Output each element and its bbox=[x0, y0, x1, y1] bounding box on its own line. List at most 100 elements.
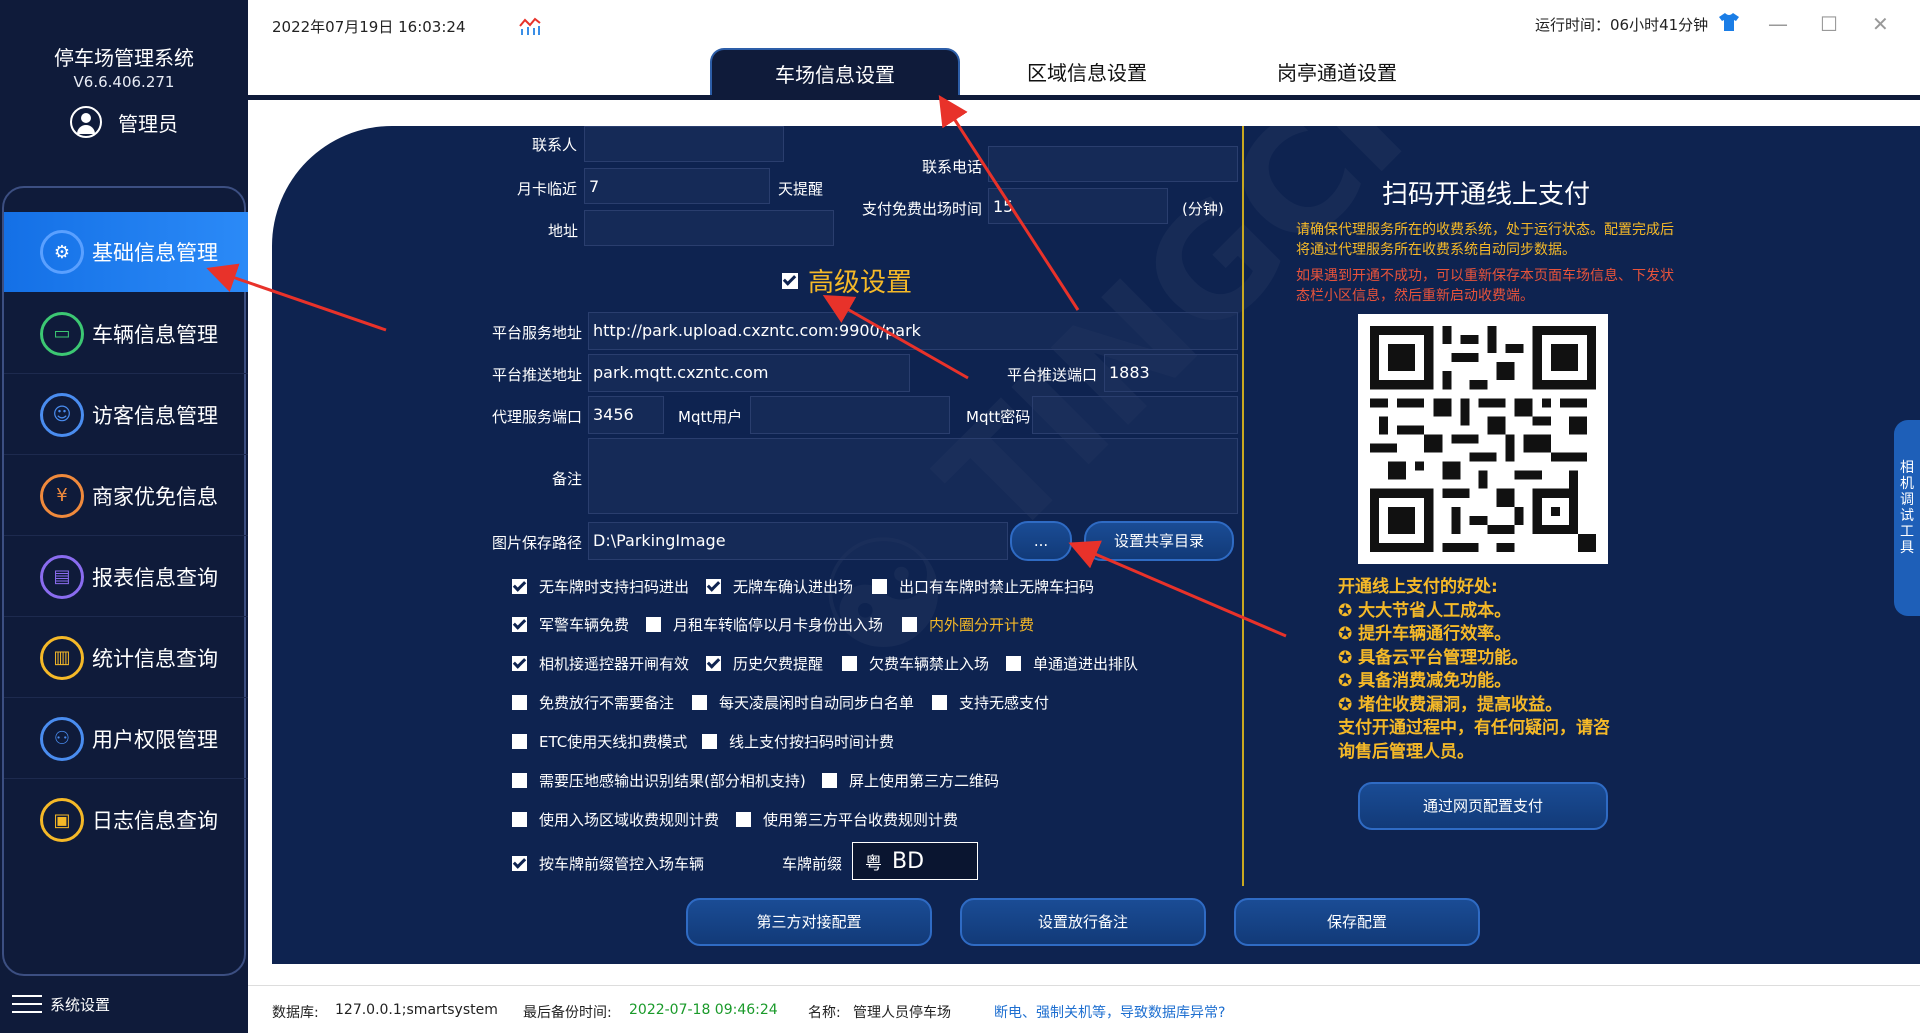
phone-input[interactable] bbox=[988, 146, 1238, 182]
cb-military-free[interactable]: 军警车辆免费 bbox=[512, 614, 629, 635]
tab-booth-channel[interactable]: 岗亭通道设置 bbox=[1212, 48, 1462, 98]
checkbox[interactable] bbox=[512, 695, 527, 710]
cb-remote-open[interactable]: 相机接遥控器开闸有效 bbox=[512, 653, 689, 674]
cb-monthly-temp[interactable]: 月租车转临停以月卡身份出入场 bbox=[646, 614, 883, 635]
cb-ground-sensor[interactable]: 需要压地感输出识别结果(部分相机支持) bbox=[512, 770, 806, 791]
cb-exit-ban-scan[interactable]: 出口有车牌时禁止无牌车扫码 bbox=[872, 576, 1094, 597]
tab-area-info[interactable]: 区域信息设置 bbox=[962, 48, 1212, 98]
nav-item-visitor-info[interactable]: ☺ 访客信息管理 bbox=[4, 375, 248, 455]
push-port-input[interactable]: 1883 bbox=[1104, 354, 1238, 392]
camera-debug-tool-tab[interactable]: 相机调试工具 bbox=[1894, 420, 1920, 616]
nav-item-statistics-query[interactable]: ▥ 统计信息查询 bbox=[4, 618, 248, 698]
chart-icon[interactable] bbox=[518, 16, 542, 36]
checkbox[interactable] bbox=[706, 579, 721, 594]
save-config-button[interactable]: 保存配置 bbox=[1234, 898, 1480, 946]
current-datetime: 2022年07月19日 16:03:24 bbox=[272, 18, 466, 36]
checkbox[interactable] bbox=[512, 617, 527, 632]
remark-input[interactable] bbox=[588, 438, 1238, 514]
nav-label: 基础信息管理 bbox=[92, 241, 218, 265]
push-addr-input[interactable]: park.mqtt.cxzntc.com bbox=[588, 354, 910, 392]
release-remark-button[interactable]: 设置放行备注 bbox=[960, 898, 1206, 946]
platform-url-input[interactable]: http://park.upload.cxzntc.com:9900/park bbox=[588, 312, 1238, 350]
nav-item-user-permission[interactable]: ⚇ 用户权限管理 bbox=[4, 699, 248, 779]
checkbox[interactable] bbox=[692, 695, 707, 710]
section-divider bbox=[1242, 126, 1244, 886]
contact-label: 联系人 bbox=[532, 136, 578, 154]
qr-code bbox=[1358, 314, 1608, 564]
cb-scan-no-plate[interactable]: 无车牌时支持扫码进出 bbox=[512, 576, 689, 597]
cb-plate-prefix-control[interactable]: 按车牌前缀管控入场车辆 bbox=[512, 853, 704, 874]
free-exit-unit: (分钟) bbox=[1182, 200, 1224, 218]
minimize-button[interactable]: — bbox=[1768, 12, 1788, 36]
cb-arrears-remind[interactable]: 历史欠费提醒 bbox=[706, 653, 823, 674]
nav-item-log-query[interactable]: ▣ 日志信息查询 bbox=[4, 780, 248, 860]
shirt-icon[interactable] bbox=[1718, 12, 1740, 32]
tabs-underline bbox=[248, 95, 1920, 100]
nav-item-report-query[interactable]: ▤ 报表信息查询 bbox=[4, 537, 248, 617]
close-button[interactable]: ✕ bbox=[1872, 12, 1889, 36]
checkbox[interactable] bbox=[512, 856, 527, 871]
share-dir-button[interactable]: 设置共享目录 bbox=[1084, 521, 1234, 561]
cb-free-no-remark[interactable]: 免费放行不需要备注 bbox=[512, 692, 674, 713]
payment-title: 扫码开通线上支付 bbox=[1382, 180, 1591, 210]
checkbox[interactable] bbox=[512, 656, 527, 671]
advanced-checkbox[interactable] bbox=[782, 272, 798, 289]
free-exit-input[interactable]: 15 bbox=[988, 188, 1168, 224]
maximize-button[interactable]: ☐ bbox=[1820, 12, 1838, 36]
checkbox[interactable] bbox=[1006, 656, 1021, 671]
checkbox[interactable] bbox=[512, 812, 527, 827]
cb-seamless-pay[interactable]: 支持无感支付 bbox=[932, 692, 1049, 713]
checkbox[interactable] bbox=[512, 773, 527, 788]
advanced-settings-toggle[interactable]: 高级设置 bbox=[782, 262, 912, 299]
system-settings-button[interactable]: 系统设置 bbox=[12, 992, 110, 1016]
web-config-pay-button[interactable]: 通过网页配置支付 bbox=[1358, 782, 1608, 830]
user-name: 管理员 bbox=[118, 111, 178, 136]
mqtt-user-input[interactable] bbox=[750, 396, 950, 434]
mqtt-pass-input[interactable] bbox=[1032, 396, 1238, 434]
checkbox[interactable] bbox=[842, 656, 857, 671]
checkbox[interactable] bbox=[706, 656, 721, 671]
users-icon: ⚇ bbox=[40, 716, 84, 761]
checkbox[interactable] bbox=[512, 734, 527, 749]
checkbox[interactable] bbox=[932, 695, 947, 710]
contact-input[interactable] bbox=[584, 126, 784, 162]
benefits-footer: 支付开通过程中，有任何疑问，请咨 bbox=[1338, 718, 1610, 738]
runtime-display: 运行时间：06小时41分钟 bbox=[1535, 16, 1709, 34]
checkbox-label: 军警车辆免费 bbox=[539, 616, 630, 634]
stats-icon: ▥ bbox=[40, 635, 84, 680]
cb-third-party-qr[interactable]: 屏上使用第三方二维码 bbox=[822, 770, 999, 791]
checkbox-label: 支持无感支付 bbox=[959, 694, 1050, 712]
user-icon bbox=[70, 106, 102, 138]
image-path-input[interactable]: D:\ParkingImage bbox=[588, 522, 1008, 560]
proxy-port-input[interactable]: 3456 bbox=[588, 396, 664, 434]
checkbox[interactable] bbox=[902, 617, 917, 632]
checkbox[interactable] bbox=[702, 734, 717, 749]
car-icon: ▭ bbox=[40, 311, 84, 356]
nav-item-merchant-coupon[interactable]: ¥ 商家优免信息 bbox=[4, 456, 248, 536]
cb-online-scan-time[interactable]: 线上支付按扫码时间计费 bbox=[702, 731, 894, 752]
checkbox[interactable] bbox=[872, 579, 887, 594]
tab-parking-lot-info[interactable]: 车场信息设置 bbox=[710, 48, 960, 98]
cb-arrears-ban[interactable]: 欠费车辆禁止入场 bbox=[842, 653, 989, 674]
user-info[interactable]: 管理员 bbox=[70, 106, 178, 138]
db-warning-link[interactable]: 断电、强制关机等，导致数据库异常? bbox=[994, 1002, 1225, 1022]
cb-single-channel[interactable]: 单通道进出排队 bbox=[1006, 653, 1138, 674]
cb-confirm-no-plate[interactable]: 无牌车确认进出场 bbox=[706, 576, 853, 597]
report-icon: ▤ bbox=[40, 554, 84, 599]
third-party-config-button[interactable]: 第三方对接配置 bbox=[686, 898, 932, 946]
cb-etc-antenna[interactable]: ETC使用天线扣费模式 bbox=[512, 731, 687, 752]
checkbox[interactable] bbox=[822, 773, 837, 788]
browse-button[interactable]: ... bbox=[1010, 521, 1072, 561]
checkbox[interactable] bbox=[736, 812, 751, 827]
nav-item-basic-info[interactable]: ⚙ 基础信息管理 bbox=[4, 212, 248, 292]
cb-auto-sync-whitelist[interactable]: 每天凌晨闲时自动同步白名单 bbox=[692, 692, 914, 713]
plate-prefix-input[interactable]: 粤 BD bbox=[852, 842, 978, 880]
cb-third-party-fee[interactable]: 使用第三方平台收费规则计费 bbox=[736, 809, 958, 830]
nav-item-vehicle-info[interactable]: ▭ 车辆信息管理 bbox=[4, 294, 248, 374]
checkbox[interactable] bbox=[646, 617, 661, 632]
cb-inner-outer[interactable]: 内外圈分开计费 bbox=[902, 614, 1034, 635]
checkbox[interactable] bbox=[512, 579, 527, 594]
address-input[interactable] bbox=[584, 210, 834, 246]
monthly-remind-input[interactable]: 7 bbox=[584, 168, 770, 204]
cb-area-fee-rule[interactable]: 使用入场区域收费规则计费 bbox=[512, 809, 719, 830]
